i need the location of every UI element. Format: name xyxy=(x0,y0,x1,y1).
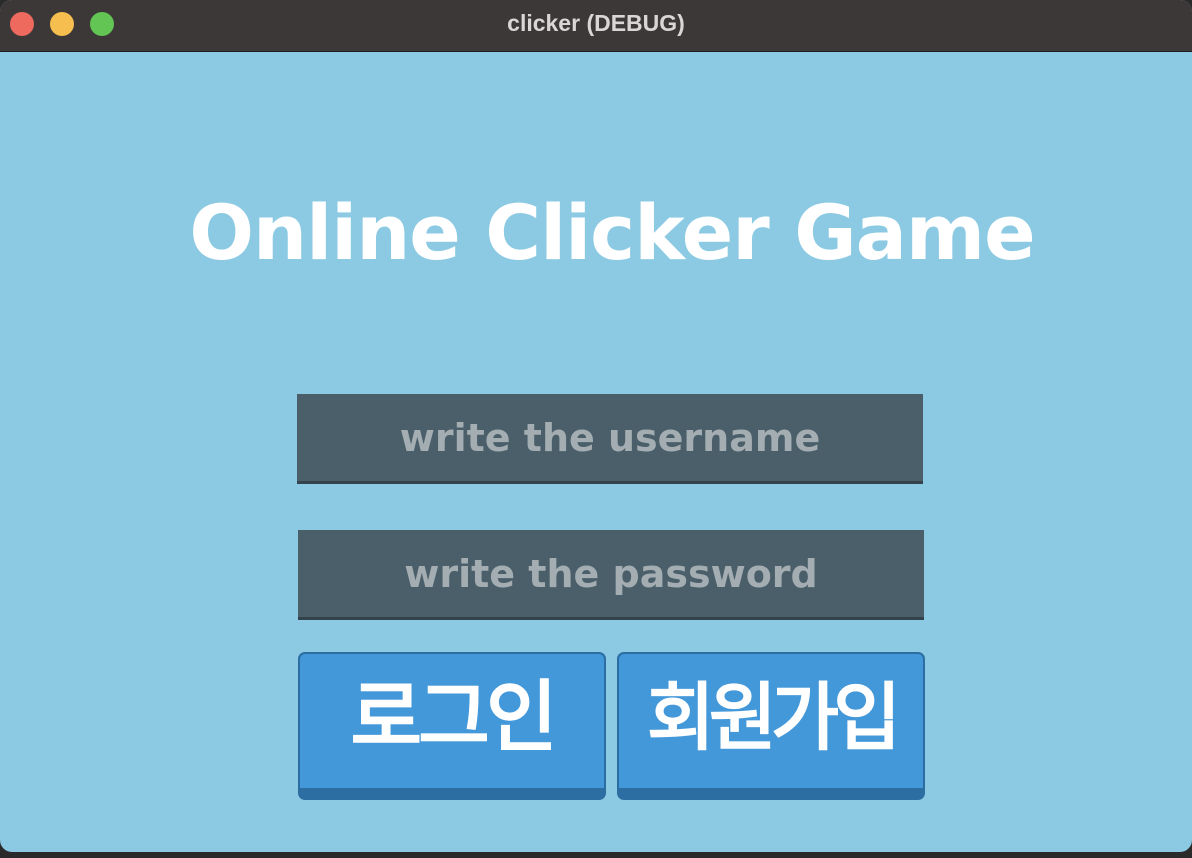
title-bar: clicker (DEBUG) xyxy=(0,0,1192,52)
password-input[interactable] xyxy=(298,530,924,620)
username-input[interactable] xyxy=(297,394,923,484)
game-window: clicker (DEBUG) Online Clicker Game 로그인 … xyxy=(0,0,1192,852)
window-title: clicker (DEBUG) xyxy=(507,10,685,36)
login-button[interactable]: 로그인 xyxy=(298,652,606,800)
console-strip xyxy=(0,852,1192,858)
game-title: Online Clicker Game xyxy=(189,188,1035,277)
signup-button[interactable]: 회원가입 xyxy=(617,652,925,800)
